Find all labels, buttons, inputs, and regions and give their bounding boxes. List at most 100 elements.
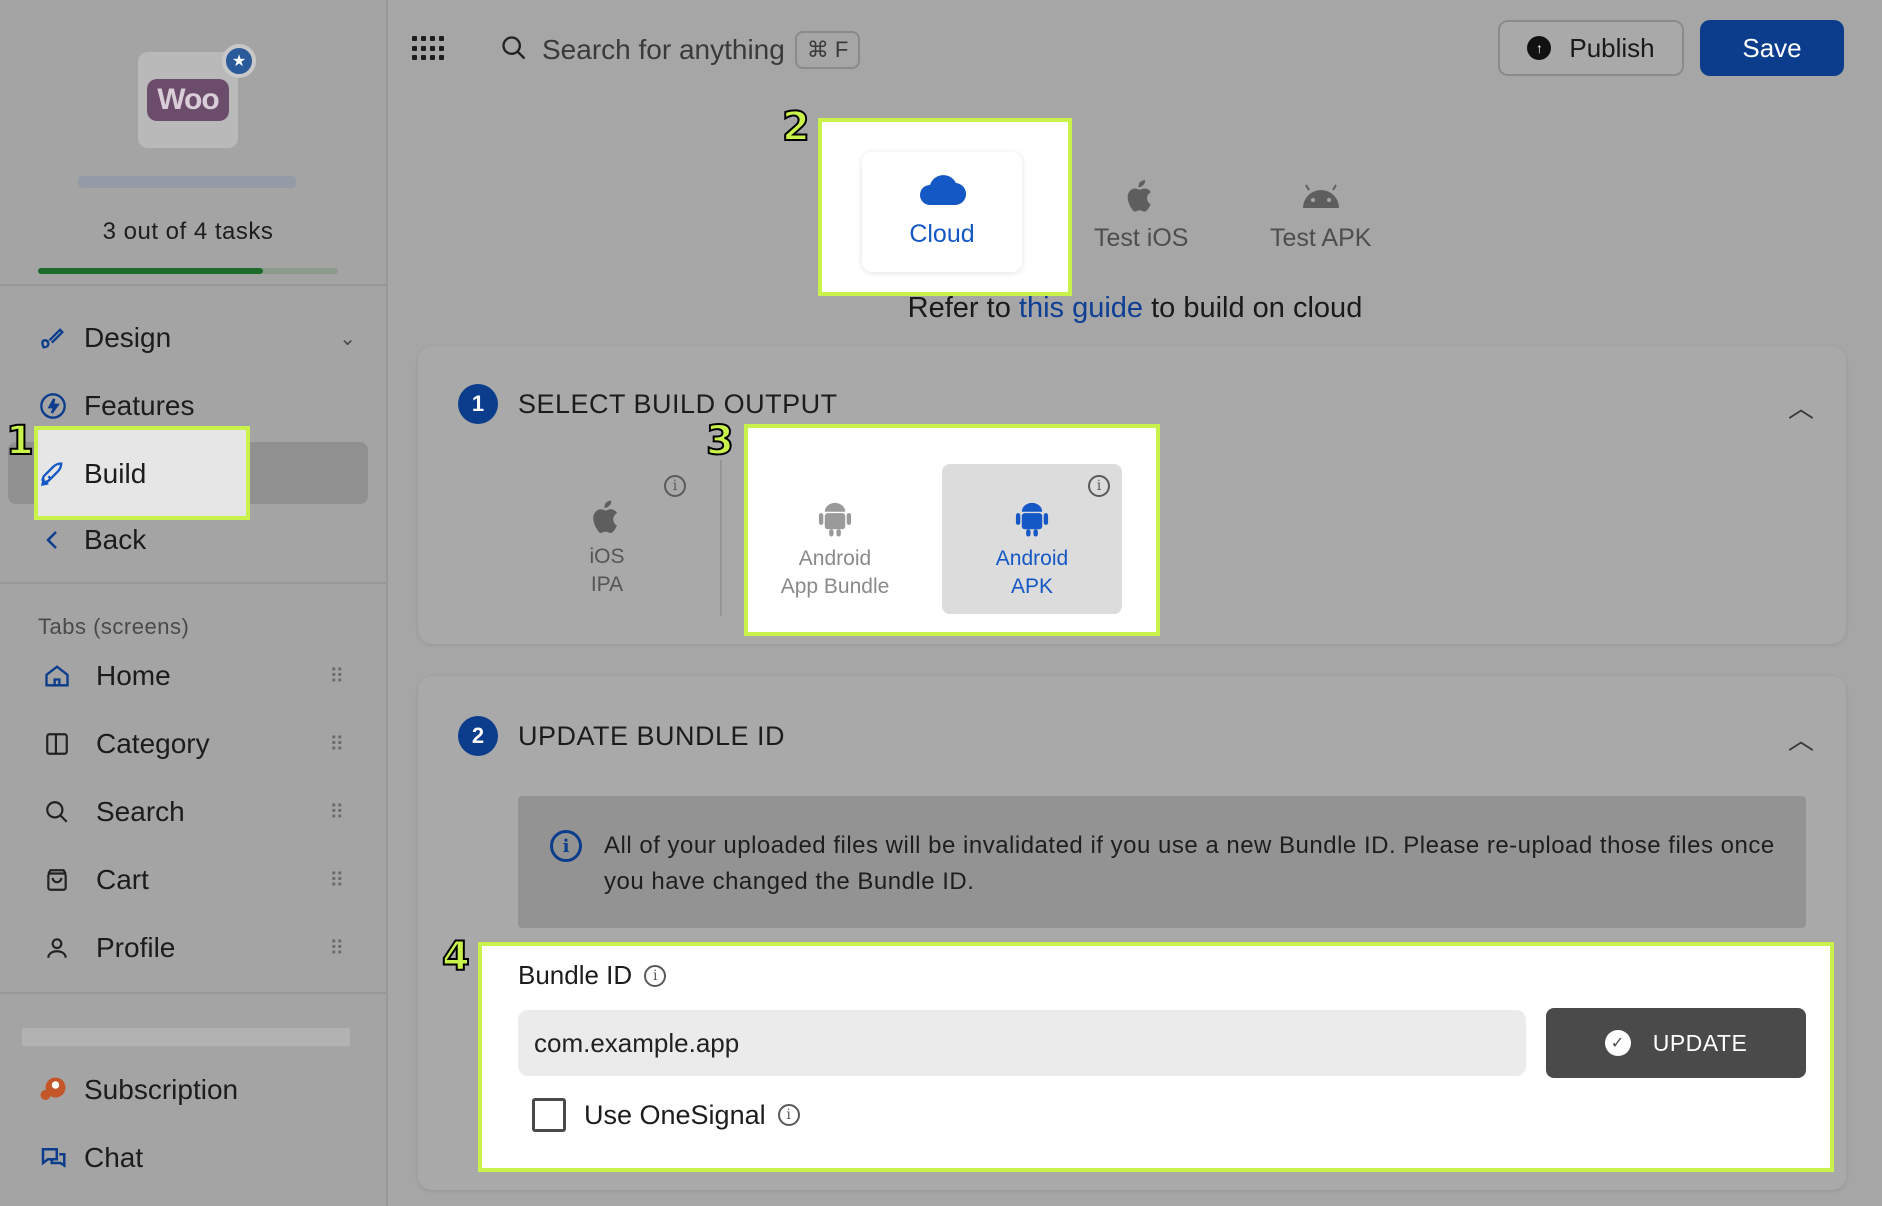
update-button[interactable]: ✓ UPDATE: [1546, 1008, 1806, 1078]
onesignal-checkbox[interactable]: [532, 1098, 566, 1132]
android-icon: [1299, 180, 1343, 214]
option-android-app-bundle[interactable]: Android App Bundle: [770, 500, 900, 600]
chevron-up-icon[interactable]: ︿: [1788, 388, 1814, 425]
onesignal-label: Use OneSignal: [584, 1099, 766, 1130]
option-ios-ipa[interactable]: iOS IPA: [572, 500, 642, 598]
sidebar-item-label: Subscription: [84, 1074, 239, 1105]
test-apk-label: Test APK: [1270, 224, 1372, 252]
home-icon: [42, 661, 72, 691]
search-placeholder: Search for anything: [542, 34, 785, 65]
option-android-apk[interactable]: Android APK: [982, 500, 1082, 600]
drag-handle-icon[interactable]: ⠿: [329, 732, 344, 757]
bundle-id-label: Bundle ID i: [518, 960, 667, 991]
sidebar-item-label: Design: [84, 322, 172, 353]
build-output-header[interactable]: 1 SELECT BUILD OUTPUT: [458, 384, 838, 424]
target-test-ios[interactable]: Test iOS: [1094, 180, 1188, 253]
tab-item-search[interactable]: Search ⠿: [42, 784, 344, 840]
info-icon[interactable]: i: [1088, 475, 1110, 497]
sidebar-item-build[interactable]: Build: [38, 446, 146, 502]
tasks-progress-bar: [38, 268, 338, 274]
tab-item-category[interactable]: Category ⠿: [42, 716, 344, 772]
brush-icon: [38, 323, 68, 353]
star-icon: ★: [222, 44, 256, 78]
search-shortcut: ⌘ F: [794, 31, 861, 69]
drag-handle-icon[interactable]: ⠿: [329, 664, 344, 689]
subscription-icon: [38, 1075, 68, 1105]
bundle-label-text: Bundle ID: [518, 960, 633, 990]
marker-4: 4: [441, 933, 471, 981]
columns-icon: [42, 729, 72, 759]
info-icon[interactable]: i: [644, 964, 667, 987]
option-line2: App Bundle: [780, 574, 890, 598]
bundle-id-input[interactable]: [518, 1010, 1526, 1076]
option-line2: IPA: [590, 572, 624, 596]
lightning-icon: [38, 391, 68, 421]
sidebar-item-back[interactable]: Back: [38, 512, 146, 568]
drag-handle-icon[interactable]: ⠿: [329, 936, 344, 961]
info-icon[interactable]: i: [777, 1104, 800, 1126]
sidebar-item-chat[interactable]: Chat: [38, 1130, 143, 1186]
drag-handle-icon[interactable]: ⠿: [329, 800, 344, 825]
update-label: UPDATE: [1652, 1029, 1748, 1056]
tab-item-profile[interactable]: Profile ⠿: [42, 920, 344, 976]
refer-text: Refer to this guide to build on cloud: [0, 292, 1882, 325]
step-number: 2: [458, 716, 498, 756]
tabs-section-label: Tabs (screens): [38, 614, 190, 639]
guide-link[interactable]: this guide: [1019, 292, 1143, 324]
onesignal-option[interactable]: Use OneSignal i: [532, 1098, 800, 1132]
tab-item-home[interactable]: Home ⠿: [42, 648, 344, 704]
tab-item-label: Search: [96, 796, 185, 827]
apple-icon: [1126, 180, 1156, 214]
sidebar-item-label: Build: [84, 458, 147, 489]
bag-icon: [42, 865, 72, 895]
tab-item-cart[interactable]: Cart ⠿: [42, 852, 344, 908]
sidebar-item-label: Features: [84, 390, 195, 421]
apps-grid-icon[interactable]: [412, 36, 444, 62]
drag-handle-icon[interactable]: ⠿: [329, 868, 344, 893]
redacted-bar: [22, 1028, 350, 1046]
marker-1: 1: [5, 417, 35, 465]
sidebar-item-label: Back: [84, 524, 147, 555]
app-name-redacted: [78, 176, 296, 188]
sidebar: Woo ★ 3 out of 4 tasks Design ⌄ Features…: [0, 0, 388, 1206]
search-bar[interactable]: Search for anything ⌘ F: [500, 28, 861, 72]
chevron-up-icon[interactable]: ︿: [1788, 720, 1814, 757]
tab-item-label: Category: [96, 728, 210, 759]
option-line1: Android: [995, 547, 1069, 571]
step-number: 1: [458, 384, 498, 424]
info-icon: i: [550, 830, 582, 862]
sidebar-item-features[interactable]: Features: [38, 378, 195, 434]
cloud-icon: [918, 175, 967, 212]
cloud-label: Cloud: [909, 220, 975, 248]
chevron-left-icon: [38, 525, 68, 555]
target-test-apk[interactable]: Test APK: [1270, 180, 1371, 253]
save-button[interactable]: Save: [1700, 20, 1844, 76]
refer-suffix: to build on cloud: [1143, 292, 1363, 324]
notice-text: All of your uploaded files will be inval…: [604, 832, 1775, 895]
chevron-down-icon[interactable]: ⌄: [339, 326, 356, 351]
arrow-up-icon: ↑: [1527, 36, 1552, 60]
tab-item-label: Home: [96, 660, 171, 691]
test-ios-label: Test iOS: [1094, 224, 1189, 252]
tasks-progress-text: 3 out of 4 tasks: [102, 218, 274, 245]
sidebar-divider: [0, 284, 386, 286]
tab-item-label: Profile: [96, 932, 176, 963]
search-icon: [500, 34, 528, 67]
user-icon: [42, 933, 72, 963]
bundle-id-header[interactable]: 2 UPDATE BUNDLE ID: [458, 716, 785, 756]
card-title: SELECT BUILD OUTPUT: [518, 388, 838, 419]
publish-button[interactable]: ↑ Publish: [1498, 20, 1684, 76]
target-cloud[interactable]: Cloud: [862, 152, 1022, 272]
sidebar-item-label: Chat: [84, 1142, 144, 1173]
publish-label: Publish: [1569, 32, 1655, 63]
option-line2: APK: [1010, 574, 1054, 598]
woo-logo: Woo: [147, 79, 229, 121]
option-line1: Android: [798, 547, 872, 571]
info-icon[interactable]: i: [664, 475, 686, 497]
check-icon: ✓: [1604, 1030, 1631, 1056]
sidebar-divider: [0, 582, 386, 584]
sidebar-item-subscription[interactable]: Subscription: [38, 1062, 238, 1118]
card-title: UPDATE BUNDLE ID: [518, 720, 786, 751]
rocket-icon: [38, 459, 68, 489]
sidebar-divider: [0, 992, 386, 994]
